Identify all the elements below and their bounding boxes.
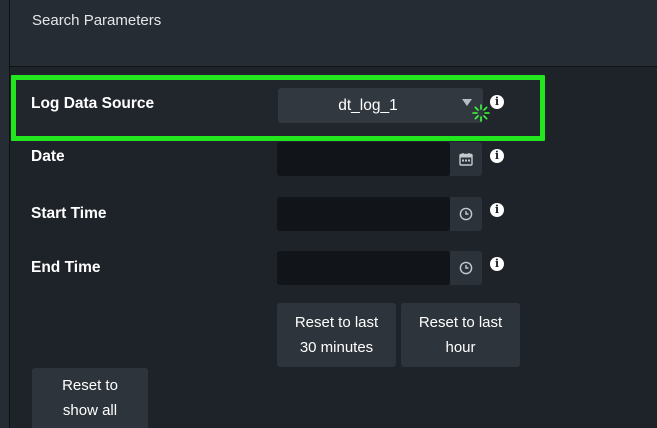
info-icon[interactable]: i bbox=[490, 257, 504, 271]
button-label-line: show all bbox=[62, 402, 118, 419]
reset-last-30-minutes-button[interactable]: Reset to last 30 minutes bbox=[277, 303, 396, 367]
log-data-source-label: Log Data Source bbox=[31, 95, 155, 112]
calendar-button[interactable] bbox=[450, 142, 482, 176]
chevron-down-icon bbox=[462, 99, 472, 106]
info-icon[interactable]: i bbox=[490, 95, 504, 109]
clock-icon bbox=[459, 207, 473, 221]
start-time-input[interactable] bbox=[277, 197, 450, 231]
reset-last-hour-button[interactable]: Reset to last hour bbox=[401, 303, 520, 367]
clock-icon bbox=[459, 261, 473, 275]
left-panel-edge bbox=[0, 0, 10, 428]
button-label-line: 30 minutes bbox=[299, 339, 374, 356]
end-time-clock-button[interactable] bbox=[450, 251, 482, 285]
end-time-label: End Time bbox=[31, 259, 101, 276]
button-label-line: Reset to last bbox=[418, 314, 503, 331]
button-label-line: hour bbox=[445, 339, 476, 356]
log-data-source-select[interactable]: dt_log_1 bbox=[278, 88, 483, 123]
date-label: Date bbox=[31, 148, 65, 165]
end-time-input[interactable] bbox=[277, 251, 450, 285]
info-icon[interactable]: i bbox=[490, 149, 504, 163]
log-data-source-value: dt_log_1 bbox=[338, 97, 398, 114]
panel-title: Search Parameters bbox=[32, 12, 162, 29]
reset-show-all-button[interactable]: Reset to show all bbox=[32, 368, 148, 428]
busy-cursor-icon bbox=[472, 104, 490, 122]
start-time-label: Start Time bbox=[31, 205, 107, 222]
button-label-line: Reset to last bbox=[294, 314, 379, 331]
panel-header: Search Parameters bbox=[10, 0, 657, 67]
button-label-line: Reset to bbox=[62, 377, 118, 394]
calendar-icon bbox=[459, 153, 473, 166]
start-time-clock-button[interactable] bbox=[450, 197, 482, 231]
info-icon[interactable]: i bbox=[490, 203, 504, 217]
date-input[interactable] bbox=[277, 142, 450, 176]
